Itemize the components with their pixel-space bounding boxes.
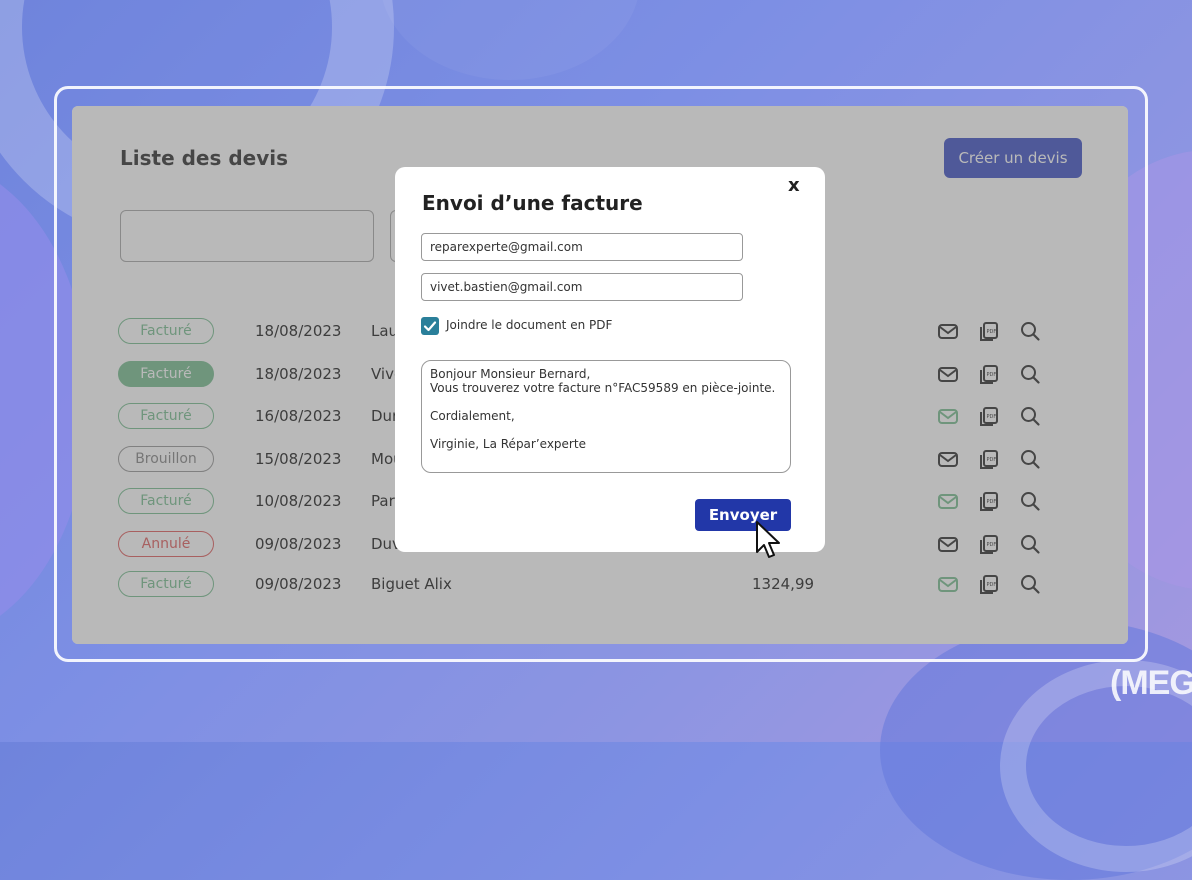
to-email-field[interactable]: vivet.bastien@gmail.com xyxy=(421,273,743,301)
send-invoice-modal: Envoi d’une facture x reparexperte@gmail… xyxy=(395,167,825,552)
attach-pdf-label: Joindre le document en PDF xyxy=(446,318,613,332)
message-textarea[interactable]: Bonjour Monsieur Bernard, Vous trouverez… xyxy=(421,360,791,473)
mouse-cursor-icon xyxy=(756,521,780,558)
from-email-field[interactable]: reparexperte@gmail.com xyxy=(421,233,743,261)
brand-logo: (MEG xyxy=(1110,664,1192,702)
attach-pdf-checkbox[interactable] xyxy=(421,317,439,335)
check-icon xyxy=(423,321,437,332)
modal-title: Envoi d’une facture xyxy=(422,191,643,215)
close-icon[interactable]: x xyxy=(788,175,800,196)
